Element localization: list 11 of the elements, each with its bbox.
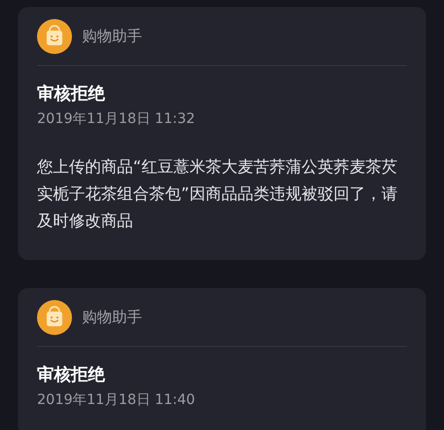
message-title: 审核拒绝: [37, 83, 106, 105]
shopping-bag-icon: [37, 300, 72, 335]
message-time: 2019年11月18日 11:40: [37, 391, 196, 410]
sender-name: 购物助手: [82, 26, 142, 48]
message-card[interactable]: 购物助手 审核拒绝 2019年11月18日 11:40: [18, 288, 426, 430]
message-body: 您上传的商品“红豆薏米茶大麦苦荞蒲公英荞麦茶芡实栀子花茶组合茶包”因商品品类违规被驳回了，请及时修改商品: [37, 156, 398, 232]
shopping-bag-icon: [37, 19, 72, 54]
message-title: 审核拒绝: [37, 364, 106, 386]
message-time: 2019年11月18日 11:32: [37, 110, 196, 129]
message-card[interactable]: 购物助手 审核拒绝 2019年11月18日 11:32 您上传的商品“红豆薏米茶大麦苦荞蒲公英荞麦茶芡实栀子花茶组合茶包”因商品品类违规被驳回了，请及时修改商品: [18, 7, 426, 260]
sender-name: 购物助手: [82, 307, 142, 328]
